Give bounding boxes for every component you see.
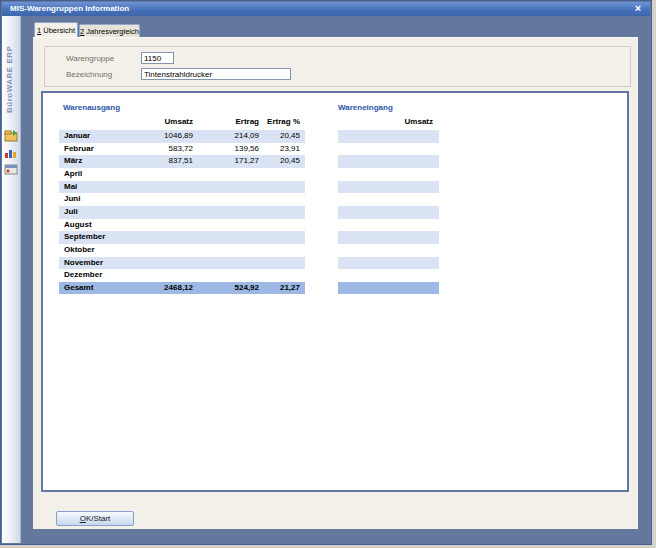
tab-page: Warengruppe 1150 Bezeichnung Tintenstrah… <box>33 37 638 529</box>
table-row <box>338 257 439 270</box>
brand-vertical-text: BüroWARE ERP <box>5 46 14 113</box>
bezeichnung-input[interactable]: Tintenstrahldrucker <box>141 68 291 80</box>
table-row: Dezember <box>59 269 305 282</box>
col-umsatz-right: Umsatz <box>373 117 433 126</box>
table-row <box>338 282 439 295</box>
table-row <box>338 143 439 156</box>
window-title: MIS-Warengruppen Information <box>10 4 129 13</box>
table-row <box>338 130 439 143</box>
table-row: April <box>59 168 305 181</box>
wareneingang-title: Wareneingang <box>338 103 393 112</box>
tab-jahresvergleich[interactable]: 2 Jahresvergleich <box>79 24 140 37</box>
table-row <box>338 269 439 282</box>
table-row: Februar583,72139,5623,91 <box>59 143 305 156</box>
title-bar: MIS-Warengruppen Information × <box>2 2 650 16</box>
ok-start-button[interactable]: OK/Start <box>56 511 134 526</box>
table-row: Mai <box>59 181 305 194</box>
table-row: März837,51171,2720,45 <box>59 155 305 168</box>
window-list-icon[interactable] <box>4 163 18 176</box>
table-row: Januar1046,89214,0920,45 <box>59 130 305 143</box>
warenausgang-title: Warenausgang <box>63 103 120 112</box>
close-icon[interactable]: × <box>632 2 644 16</box>
chart-icon[interactable] <box>4 146 18 159</box>
table-row: August <box>59 219 305 232</box>
warengruppe-input[interactable]: 1150 <box>141 52 174 64</box>
tab-uebersicht[interactable]: 1 Übersicht <box>34 22 78 37</box>
bezeichnung-label: Bezeichnung <box>66 70 112 79</box>
table-row: September <box>59 231 305 244</box>
table-row <box>338 206 439 219</box>
table-row <box>338 244 439 257</box>
table-row: Oktober <box>59 244 305 257</box>
folder-open-icon[interactable] <box>4 129 18 142</box>
table-row: November <box>59 257 305 270</box>
col-umsatz: Umsatz <box>133 117 193 126</box>
warengruppe-label: Warengruppe <box>66 54 114 63</box>
table-row: Juni <box>59 193 305 206</box>
sidebar: BüroWARE ERP <box>2 16 21 543</box>
table-row: Gesamt2468,12524,9221,27 <box>59 282 305 295</box>
table-row <box>338 155 439 168</box>
col-ertrag-pct: Ertrag % <box>240 117 300 126</box>
table-row <box>338 231 439 244</box>
table-row: Juli <box>59 206 305 219</box>
app-window: MIS-Warengruppen Information × BüroWARE … <box>0 0 652 545</box>
table-row <box>338 219 439 232</box>
table-row <box>338 181 439 194</box>
header-group-box: Warengruppe 1150 Bezeichnung Tintenstrah… <box>44 46 631 87</box>
table-row <box>338 168 439 181</box>
data-panel: Warenausgang Umsatz Ertrag Ertrag % Ware… <box>41 91 629 492</box>
table-row <box>338 193 439 206</box>
